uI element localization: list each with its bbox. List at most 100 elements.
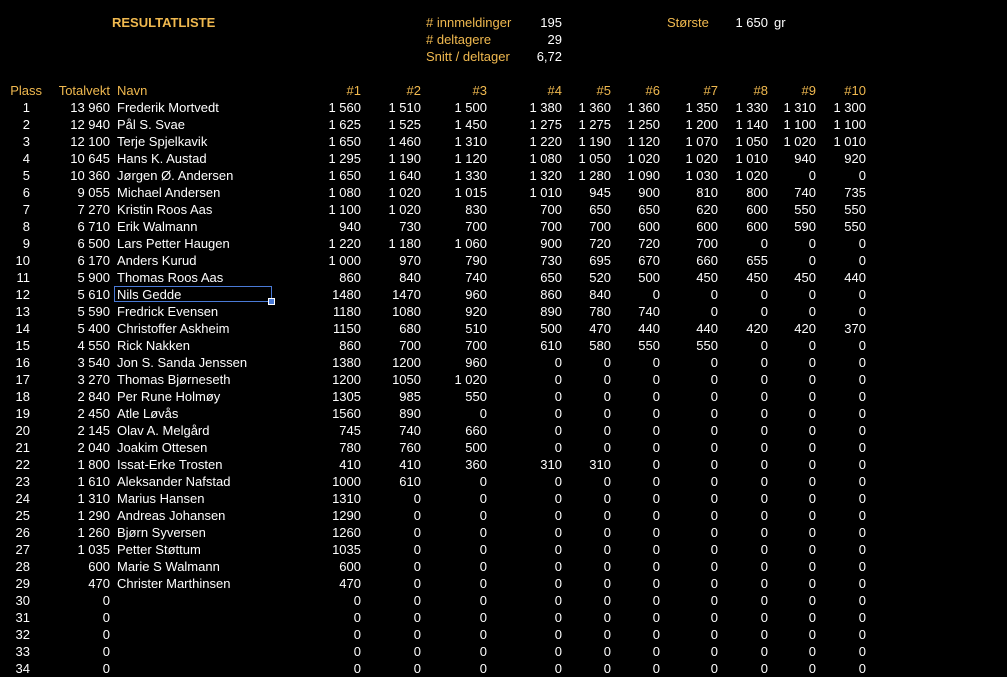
cell-fish-7[interactable]: 0 bbox=[662, 507, 718, 524]
cell-fish-2[interactable]: 1 180 bbox=[365, 235, 421, 252]
cell-fish-2[interactable]: 1 020 bbox=[365, 201, 421, 218]
cell-fish-3[interactable]: 1 120 bbox=[431, 150, 487, 167]
cell-fish-7[interactable]: 0 bbox=[662, 303, 718, 320]
cell-fish-7[interactable]: 0 bbox=[662, 660, 718, 677]
cell-fish-4[interactable]: 730 bbox=[506, 252, 562, 269]
cell-total[interactable]: 0 bbox=[44, 626, 110, 643]
cell-fish-10[interactable]: 370 bbox=[810, 320, 866, 337]
cell-name[interactable]: Fredrick Evensen bbox=[117, 303, 218, 320]
cell-total[interactable]: 12 100 bbox=[44, 133, 110, 150]
cell-fish-2[interactable]: 0 bbox=[365, 524, 421, 541]
cell-place[interactable]: 4 bbox=[0, 150, 30, 167]
cell-fish-4[interactable]: 900 bbox=[506, 235, 562, 252]
cell-place[interactable]: 10 bbox=[0, 252, 30, 269]
cell-fish-3[interactable]: 0 bbox=[431, 405, 487, 422]
cell-fish-3[interactable]: 0 bbox=[431, 473, 487, 490]
cell-fish-3[interactable]: 700 bbox=[431, 218, 487, 235]
cell-fish-5[interactable]: 1 050 bbox=[555, 150, 611, 167]
cell-place[interactable]: 6 bbox=[0, 184, 30, 201]
cell-place[interactable]: 5 bbox=[0, 167, 30, 184]
cell-fish-6[interactable]: 0 bbox=[604, 371, 660, 388]
cell-fish-10[interactable]: 0 bbox=[810, 507, 866, 524]
cell-fish-1[interactable]: 1 220 bbox=[305, 235, 361, 252]
cell-fish-4[interactable]: 0 bbox=[506, 524, 562, 541]
cell-fish-3[interactable]: 0 bbox=[431, 507, 487, 524]
header-fish-4[interactable]: #4 bbox=[506, 82, 562, 99]
cell-fish-2[interactable]: 740 bbox=[365, 422, 421, 439]
cell-fish-3[interactable]: 0 bbox=[431, 558, 487, 575]
cell-place[interactable]: 31 bbox=[0, 609, 30, 626]
header-place[interactable]: Plass bbox=[0, 82, 42, 99]
cell-fish-3[interactable]: 550 bbox=[431, 388, 487, 405]
cell-name[interactable]: Marius Hansen bbox=[117, 490, 204, 507]
cell-fish-3[interactable]: 960 bbox=[431, 286, 487, 303]
cell-fish-1[interactable]: 1560 bbox=[305, 405, 361, 422]
cell-fish-1[interactable]: 1200 bbox=[305, 371, 361, 388]
cell-fish-3[interactable]: 0 bbox=[431, 660, 487, 677]
cell-fish-10[interactable]: 440 bbox=[810, 269, 866, 286]
cell-fish-5[interactable]: 0 bbox=[555, 439, 611, 456]
cell-fish-2[interactable]: 610 bbox=[365, 473, 421, 490]
cell-total[interactable]: 470 bbox=[44, 575, 110, 592]
cell-fish-9[interactable]: 0 bbox=[760, 286, 816, 303]
cell-total[interactable]: 0 bbox=[44, 660, 110, 677]
cell-fish-6[interactable]: 0 bbox=[604, 507, 660, 524]
cell-total[interactable]: 13 960 bbox=[44, 99, 110, 116]
cell-fish-3[interactable]: 790 bbox=[431, 252, 487, 269]
cell-fish-7[interactable]: 0 bbox=[662, 490, 718, 507]
cell-fish-5[interactable]: 0 bbox=[555, 609, 611, 626]
cell-total[interactable]: 3 540 bbox=[44, 354, 110, 371]
cell-fish-3[interactable]: 1 020 bbox=[431, 371, 487, 388]
cell-fish-4[interactable]: 0 bbox=[506, 490, 562, 507]
largest-value[interactable]: 1 650 bbox=[720, 14, 768, 31]
cell-fish-1[interactable]: 780 bbox=[305, 439, 361, 456]
cell-fish-5[interactable]: 1 275 bbox=[555, 116, 611, 133]
cell-name[interactable]: Terje Spjelkavik bbox=[117, 133, 207, 150]
cell-place[interactable]: 14 bbox=[0, 320, 30, 337]
cell-name[interactable]: Thomas Bjørneseth bbox=[117, 371, 230, 388]
cell-fish-1[interactable]: 410 bbox=[305, 456, 361, 473]
cell-fish-1[interactable]: 745 bbox=[305, 422, 361, 439]
cell-fish-9[interactable]: 0 bbox=[760, 252, 816, 269]
cell-fish-10[interactable]: 0 bbox=[810, 286, 866, 303]
header-fish-10[interactable]: #10 bbox=[810, 82, 866, 99]
cell-place[interactable]: 29 bbox=[0, 575, 30, 592]
cell-fish-3[interactable]: 1 015 bbox=[431, 184, 487, 201]
cell-name[interactable]: Jon S. Sanda Jenssen bbox=[117, 354, 247, 371]
cell-fish-10[interactable]: 0 bbox=[810, 371, 866, 388]
cell-fish-6[interactable]: 0 bbox=[604, 660, 660, 677]
cell-name[interactable]: Christoffer Askheim bbox=[117, 320, 229, 337]
cell-fish-4[interactable]: 0 bbox=[506, 507, 562, 524]
cell-fish-10[interactable]: 550 bbox=[810, 218, 866, 235]
cell-fish-2[interactable]: 0 bbox=[365, 541, 421, 558]
cell-fish-4[interactable]: 0 bbox=[506, 626, 562, 643]
cell-fish-1[interactable]: 940 bbox=[305, 218, 361, 235]
cell-total[interactable]: 5 590 bbox=[44, 303, 110, 320]
cell-fish-3[interactable]: 0 bbox=[431, 575, 487, 592]
cell-fish-2[interactable]: 0 bbox=[365, 643, 421, 660]
cell-fish-4[interactable]: 0 bbox=[506, 354, 562, 371]
cell-place[interactable]: 24 bbox=[0, 490, 30, 507]
cell-fish-9[interactable]: 0 bbox=[760, 541, 816, 558]
cell-fish-6[interactable]: 1 090 bbox=[604, 167, 660, 184]
cell-fish-4[interactable]: 0 bbox=[506, 541, 562, 558]
cell-fish-1[interactable]: 0 bbox=[305, 643, 361, 660]
cell-fish-2[interactable]: 730 bbox=[365, 218, 421, 235]
cell-fish-4[interactable]: 0 bbox=[506, 660, 562, 677]
cell-name[interactable]: Thomas Roos Aas bbox=[117, 269, 223, 286]
cell-fish-9[interactable]: 0 bbox=[760, 422, 816, 439]
cell-fish-10[interactable]: 0 bbox=[810, 541, 866, 558]
cell-fish-9[interactable]: 0 bbox=[760, 626, 816, 643]
cell-name[interactable]: Nils Gedde bbox=[117, 286, 181, 303]
cell-fish-4[interactable]: 1 010 bbox=[506, 184, 562, 201]
cell-fish-4[interactable]: 700 bbox=[506, 218, 562, 235]
cell-place[interactable]: 2 bbox=[0, 116, 30, 133]
cell-total[interactable]: 4 550 bbox=[44, 337, 110, 354]
cell-name[interactable]: Joakim Ottesen bbox=[117, 439, 207, 456]
cell-fish-5[interactable]: 1 190 bbox=[555, 133, 611, 150]
cell-fish-2[interactable]: 0 bbox=[365, 660, 421, 677]
cell-fish-1[interactable]: 1290 bbox=[305, 507, 361, 524]
cell-fish-3[interactable]: 0 bbox=[431, 609, 487, 626]
cell-fish-9[interactable]: 0 bbox=[760, 609, 816, 626]
cell-fish-5[interactable]: 0 bbox=[555, 524, 611, 541]
